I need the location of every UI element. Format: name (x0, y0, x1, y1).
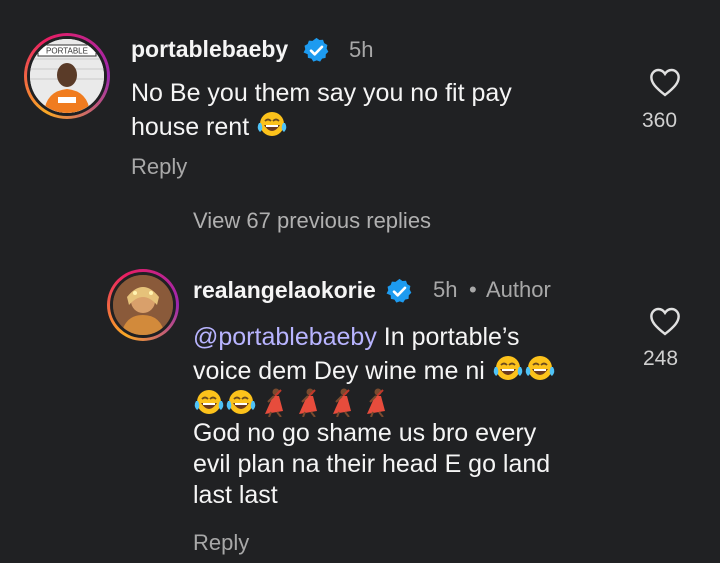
comment-text: No Be you them say you no fit pay house … (131, 78, 631, 143)
portable-avatar-image: PORTABLE (30, 39, 104, 113)
verified-badge-icon (386, 278, 412, 303)
dancer-emoji-icon (367, 388, 385, 417)
avatar-portablebaeby[interactable]: PORTABLE (24, 33, 110, 119)
reply-line: last last (193, 481, 278, 509)
comment-username[interactable]: portablebaeby (131, 36, 288, 63)
comment-line-text: house rent (131, 113, 250, 141)
reply-username[interactable]: realangelaokorie (193, 277, 376, 304)
laughing-tears-emoji-icon (257, 112, 287, 136)
angela-avatar-image (113, 275, 173, 335)
reply-line: evil plan na their head E go land (193, 450, 551, 478)
reply-text: @portablebaeby In portable’s voice dem D… (193, 322, 623, 511)
emoji-line (193, 387, 623, 418)
verified-badge-icon (303, 37, 329, 62)
avatar-realangelaokorie[interactable] (107, 269, 179, 341)
view-previous-replies-button[interactable]: View 67 previous replies (193, 208, 431, 234)
like-count: 248 (643, 347, 679, 370)
heart-icon[interactable] (648, 306, 682, 336)
reply-line: voice dem Dey wine me ni (193, 353, 623, 387)
comment-timestamp: 5h (349, 37, 374, 62)
dancer-emoji-icon (333, 388, 351, 417)
reply-timestamp: 5h (433, 277, 458, 302)
comment-line: No Be you them say you no fit pay (131, 79, 512, 107)
heart-icon[interactable] (648, 67, 682, 97)
laughing-tears-emoji-icon (493, 356, 523, 380)
reply-line: @portablebaeby In portable’s (193, 322, 623, 353)
reply-button[interactable]: Reply (193, 530, 249, 556)
reply-line: God no go shame us bro every (193, 419, 537, 447)
dancer-emoji-icon (265, 388, 283, 417)
laughing-tears-emoji-icon (194, 390, 224, 414)
separator-dot: • (469, 277, 477, 302)
reply-line-text: voice dem Dey wine me ni (193, 357, 485, 385)
laughing-tears-emoji-icon (525, 356, 555, 380)
reply-button[interactable]: Reply (131, 154, 187, 180)
dancer-emoji-icon (299, 388, 317, 417)
reply-line-text: In portable’s (376, 323, 520, 351)
mention-link[interactable]: @portablebaeby (193, 323, 377, 351)
author-badge: Author (486, 277, 551, 302)
avatar-sign-text: PORTABLE (46, 47, 88, 56)
like-count: 360 (642, 109, 678, 132)
laughing-tears-emoji-icon (226, 390, 256, 414)
comment-line: house rent (131, 109, 631, 143)
